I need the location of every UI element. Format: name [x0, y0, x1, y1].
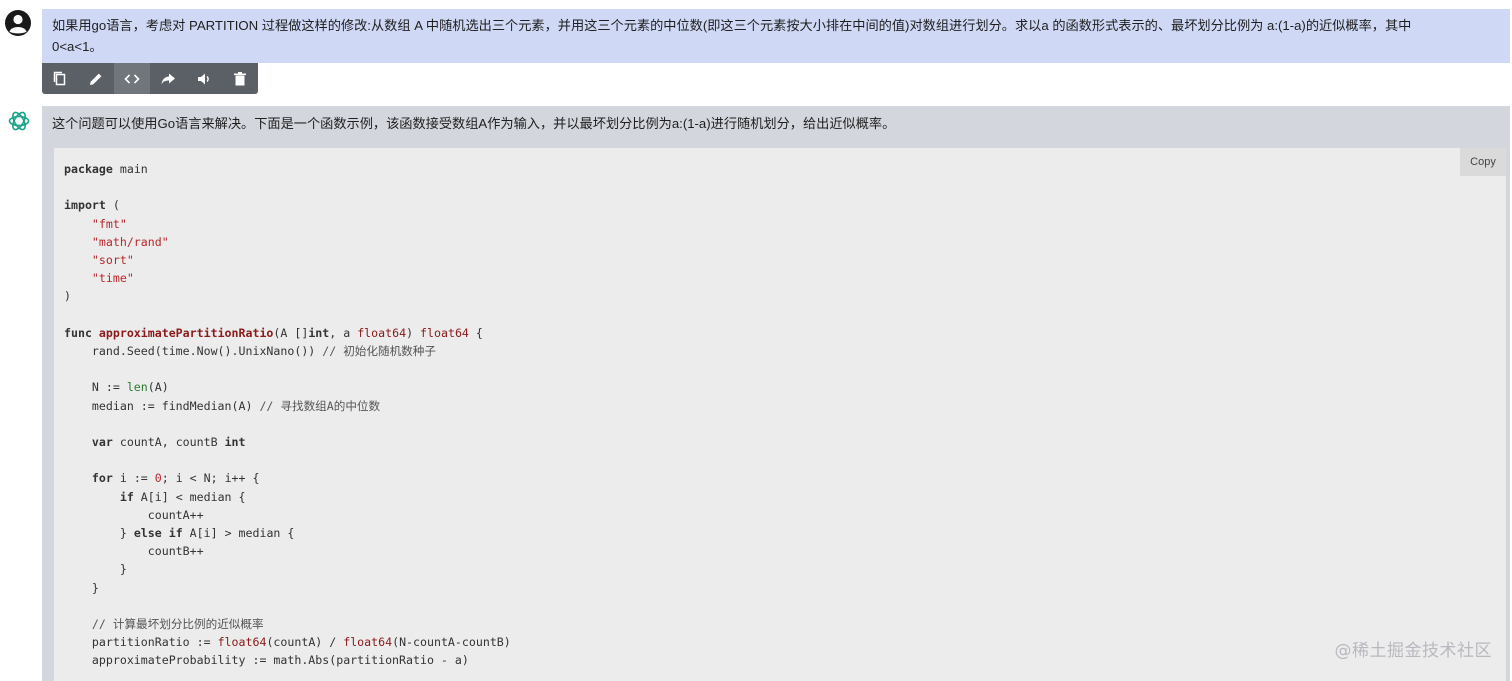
code-line: countA++ [64, 507, 204, 522]
trash-icon [234, 71, 246, 85]
user-message-line-1: 如果用go语言，考虑对 PARTITION 过程做这样的修改:从数组 A 中随机… [52, 18, 1412, 33]
code-line: } [64, 562, 127, 577]
speaker-icon [198, 73, 209, 84]
code-line: N := len(A) [64, 380, 169, 395]
code-line: approximateProbability := math.Abs(parti… [64, 653, 469, 668]
user-message: 如果用go语言，考虑对 PARTITION 过程做这样的修改:从数组 A 中随机… [42, 9, 1510, 63]
user-message-line-2: 0<a<1。 [52, 39, 103, 54]
code-block: Copy package main import ( "fmt" "math/r… [54, 148, 1506, 681]
code-line: } [64, 580, 99, 595]
code-button[interactable] [114, 63, 150, 94]
code-line: partitionRatio := float64(countA) / floa… [64, 635, 511, 650]
share-button[interactable] [150, 63, 186, 94]
code-line: } else if A[i] > median { [64, 526, 295, 541]
code-line: if A[i] < median { [119, 489, 246, 504]
message-toolbar [42, 63, 258, 94]
edit-icon [90, 73, 102, 85]
edit-button[interactable] [78, 63, 114, 94]
code-icon [124, 73, 140, 84]
assistant-avatar-icon [4, 106, 34, 136]
code-line: "fmt" [91, 216, 127, 231]
delete-button[interactable] [222, 63, 258, 94]
code-line: var countA, countB int [91, 435, 246, 450]
copy-icon [53, 71, 66, 85]
share-icon [161, 73, 175, 84]
code-line: "time" [91, 271, 134, 286]
code-line: "math/rand" [91, 234, 169, 249]
code-line: "sort" [91, 253, 134, 268]
code-line: countB++ [64, 544, 204, 559]
code-content: package main import ( "fmt" "math/rand" … [64, 160, 1496, 670]
code-line: rand.Seed(time.Now().UnixNano()) // 初始化随… [64, 344, 436, 359]
code-line: func approximatePartitionRatio(A []int, … [64, 325, 483, 340]
code-line: package main [64, 162, 148, 176]
copy-button[interactable] [42, 63, 78, 94]
user-avatar-icon [4, 9, 32, 37]
assistant-intro-text: 这个问题可以使用Go语言来解决。下面是一个函数示例，该函数接受数组A作为输入，并… [52, 116, 896, 131]
read-aloud-button[interactable] [186, 63, 222, 94]
code-line: // 计算最坏划分比例的近似概率 [91, 617, 264, 632]
copy-code-button[interactable]: Copy [1460, 148, 1506, 176]
code-line: ) [64, 289, 71, 304]
watermark: @稀土掘金技术社区 [1334, 641, 1492, 661]
code-line: median := findMedian(A) // 寻找数组A的中位数 [64, 398, 381, 413]
chat-page: 如果用go语言，考虑对 PARTITION 过程做这样的修改:从数组 A 中随机… [0, 0, 1512, 681]
code-line: for i := 0; i < N; i++ { [91, 471, 260, 486]
assistant-message: 这个问题可以使用Go语言来解决。下面是一个函数示例，该函数接受数组A作为输入，并… [42, 106, 1510, 681]
code-line: import ( [64, 198, 120, 213]
